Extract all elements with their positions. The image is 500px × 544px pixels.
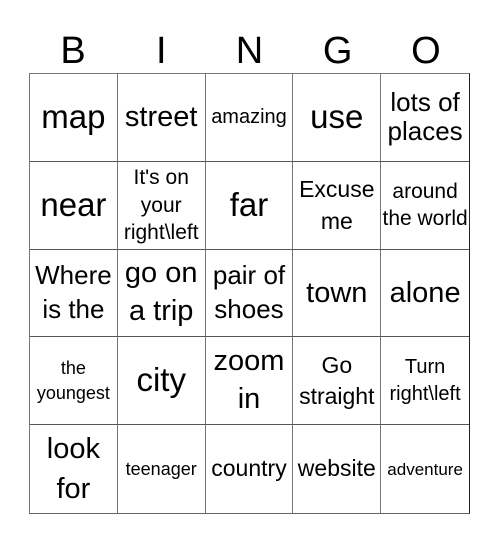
bingo-cell: website [293, 425, 382, 513]
bingo-cell: use [293, 74, 382, 162]
header-letter-n: N [235, 30, 264, 72]
bingo-cell: teenager [118, 425, 206, 513]
bingo-cell: map [30, 74, 118, 162]
bingo-cell: street [117, 74, 206, 162]
bingo-cell: Excuse me [293, 161, 382, 250]
bingo-cell: pair of shoes [205, 249, 294, 338]
bingo-cell: city [117, 337, 206, 426]
bingo-header: B I N G O [29, 30, 470, 72]
bingo-cell: zoom in [205, 337, 294, 426]
bingo-cell: Where is the [30, 249, 118, 338]
bingo-cell: amazing [205, 74, 294, 162]
header-letter-b: B [60, 30, 86, 72]
bingo-cell: far [205, 161, 294, 250]
bingo-cell: lots of places [381, 74, 469, 162]
bingo-grid: map street amazing use lots of places ne… [29, 73, 470, 514]
bingo-cell: the youngest [30, 337, 118, 426]
bingo-cell: alone [381, 250, 469, 338]
bingo-cell: country [206, 425, 294, 513]
bingo-cell: near [30, 161, 118, 250]
bingo-cell: look for [30, 425, 118, 513]
bingo-cell: town [293, 249, 382, 338]
bingo-cell: adventure [387, 459, 463, 479]
bingo-cell: go on a trip [117, 249, 206, 338]
bingo-cell: Go straight [293, 337, 382, 426]
bingo-cell: It's on your right\left [117, 161, 206, 250]
bingo-cell: around the world [381, 162, 469, 250]
header-letter-i: I [156, 30, 167, 72]
header-letter-g: G [322, 30, 353, 72]
bingo-cell: Turn right\left [381, 337, 469, 426]
header-letter-o: O [411, 30, 441, 72]
